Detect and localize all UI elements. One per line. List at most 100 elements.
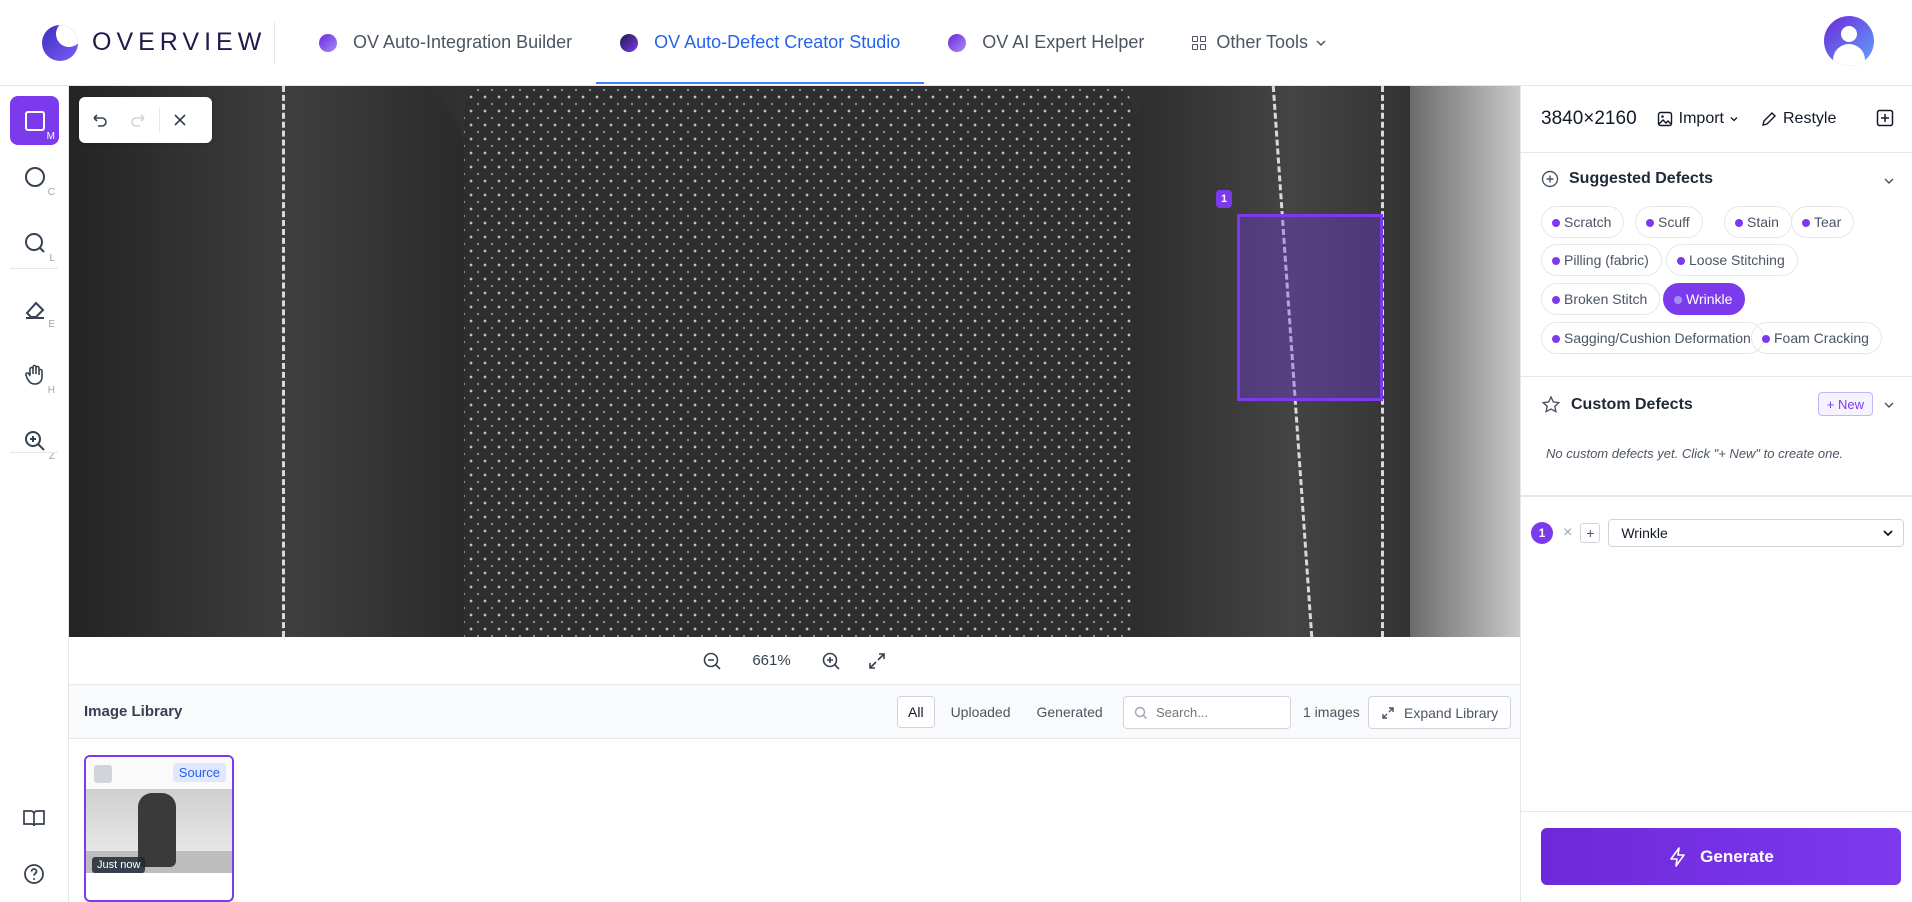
hand-icon: [24, 364, 43, 385]
undo-button[interactable]: [79, 97, 119, 143]
expand-icon: [868, 652, 885, 669]
avatar[interactable]: [1824, 16, 1874, 66]
defect-tag[interactable]: Pilling (fabric): [1541, 244, 1662, 276]
eraser-tool[interactable]: E: [10, 284, 59, 333]
defect-assignment-row: 1 × + Wrinkle: [1531, 518, 1907, 548]
zoom-in-button[interactable]: [821, 651, 841, 671]
redo-button[interactable]: [119, 97, 159, 143]
custom-empty-message: No custom defects yet. Click "+ New" to …: [1546, 446, 1844, 461]
undo-icon: [93, 114, 107, 127]
nav-other-tools[interactable]: Other Tools: [1168, 0, 1352, 86]
add-defect-button[interactable]: +: [1580, 523, 1601, 543]
book-icon: [23, 810, 45, 827]
nav-ai-expert-helper[interactable]: OV AI Expert Helper: [924, 0, 1168, 86]
image-resolution: 3840×2160: [1541, 108, 1637, 129]
chevron-down-icon[interactable]: [1882, 174, 1896, 188]
seat-left-bolster: [69, 86, 469, 637]
defect-tag[interactable]: Scuff: [1635, 206, 1703, 238]
chevron-down-icon: [1730, 117, 1738, 122]
top-nav-bar: OVERVIEW OV Auto-Integration Builder OV …: [0, 0, 1912, 86]
defect-bounding-box[interactable]: [1237, 214, 1383, 401]
nav-label: OV Auto-Integration Builder: [353, 32, 573, 52]
suggested-defects-header[interactable]: Suggested Defects: [1541, 170, 1713, 188]
suggested-title: Suggested Defects: [1569, 170, 1714, 187]
new-canvas-button[interactable]: [1876, 109, 1894, 132]
custom-defects-header[interactable]: Custom Defects: [1541, 395, 1693, 415]
grid-icon: [1192, 35, 1207, 50]
expand-library-button[interactable]: Expand Library: [1368, 696, 1512, 729]
thumbnail-checkbox[interactable]: [94, 765, 112, 783]
circle-icon: [24, 166, 45, 187]
ai-expert-icon: [948, 33, 967, 52]
plus-square-icon: [1876, 109, 1894, 127]
image-icon: [1657, 111, 1672, 127]
generate-button[interactable]: Generate: [1541, 828, 1901, 885]
tool-rail: M C L E H Z: [0, 86, 69, 902]
thumbnail-header: Source: [86, 757, 232, 789]
close-icon: [174, 114, 186, 126]
remove-defect-button[interactable]: ×: [1563, 524, 1572, 542]
help-button[interactable]: [22, 862, 46, 891]
generate-footer: Generate: [1521, 811, 1912, 902]
defect-tag[interactable]: Loose Stitching: [1666, 244, 1798, 276]
lightning-icon: [1670, 846, 1685, 867]
expand-library-label: Expand Library: [1404, 704, 1499, 721]
nav-label: Other Tools: [1216, 32, 1309, 52]
search-input[interactable]: [1156, 705, 1276, 720]
star-icon: [1541, 395, 1561, 414]
restyle-button[interactable]: Restyle: [1761, 110, 1836, 128]
defect-tag-selected[interactable]: Wrinkle: [1663, 283, 1746, 315]
nav-divider: [274, 21, 275, 64]
logo[interactable]: OVERVIEW: [42, 24, 274, 61]
defect-tag[interactable]: Tear: [1791, 206, 1855, 238]
zoom-bar: 661%: [69, 637, 1520, 684]
rectangle-icon: [24, 110, 45, 131]
lasso-tool[interactable]: L: [10, 218, 59, 267]
image-count: 1 images: [1303, 704, 1360, 720]
source-badge: Source: [172, 763, 226, 782]
defect-type-select[interactable]: Wrinkle: [1608, 519, 1905, 547]
shortcut-key: C: [47, 187, 55, 198]
defect-number: 1: [1531, 522, 1553, 544]
library-thumbnail[interactable]: Source Just now: [84, 755, 234, 902]
custom-title: Custom Defects: [1571, 396, 1693, 413]
zoom-in-icon: [24, 430, 45, 451]
import-button[interactable]: Import: [1657, 110, 1739, 128]
expand-icon: [1382, 706, 1394, 719]
hand-tool[interactable]: H: [10, 350, 59, 399]
zoom-tool[interactable]: Z: [10, 416, 59, 465]
new-custom-defect-button[interactable]: + New: [1817, 392, 1873, 416]
rectangle-tool[interactable]: M: [10, 96, 59, 145]
nav-defect-creator-studio[interactable]: OV Auto-Defect Creator Studio: [596, 0, 925, 86]
docs-button[interactable]: [22, 806, 46, 835]
defect-tag[interactable]: Broken Stitch: [1541, 283, 1661, 315]
circle-tool[interactable]: C: [10, 152, 59, 201]
stitch-line: [282, 86, 285, 637]
close-button[interactable]: [160, 97, 200, 143]
fit-screen-button[interactable]: [867, 651, 887, 671]
nav-label: OV Auto-Defect Creator Studio: [654, 32, 901, 52]
restyle-label: Restyle: [1782, 110, 1837, 127]
defect-tag[interactable]: Foam Cracking: [1751, 322, 1882, 354]
filter-uploaded[interactable]: Uploaded: [941, 696, 1021, 728]
zoom-out-button[interactable]: [702, 651, 722, 671]
seat-fabric: [464, 86, 1134, 637]
main-nav: OV Auto-Integration Builder OV Auto-Defe…: [295, 0, 1352, 86]
filter-generated[interactable]: Generated: [1027, 696, 1113, 728]
defect-tag[interactable]: Scratch: [1541, 206, 1625, 238]
user-icon-body: [1833, 44, 1865, 66]
logo-text: OVERVIEW: [92, 28, 267, 56]
defect-creator-icon: [620, 33, 639, 52]
defect-tag[interactable]: Stain: [1724, 206, 1792, 238]
library-filters: All Uploaded Generated: [897, 696, 1113, 728]
filter-all[interactable]: All: [897, 696, 935, 728]
generate-label: Generate: [1700, 846, 1774, 866]
defect-tag[interactable]: Sagging/Cushion Deformation: [1541, 322, 1764, 354]
chevron-down-icon[interactable]: [1882, 398, 1896, 412]
defect-type-value: Wrinkle: [1621, 525, 1668, 541]
pencil-icon: [1762, 112, 1776, 126]
integration-builder-icon: [319, 33, 337, 52]
nav-label: OV AI Expert Helper: [982, 32, 1145, 52]
nav-integration-builder[interactable]: OV Auto-Integration Builder: [295, 0, 596, 86]
panel-header: 3840×2160 Import Restyle: [1521, 86, 1912, 153]
